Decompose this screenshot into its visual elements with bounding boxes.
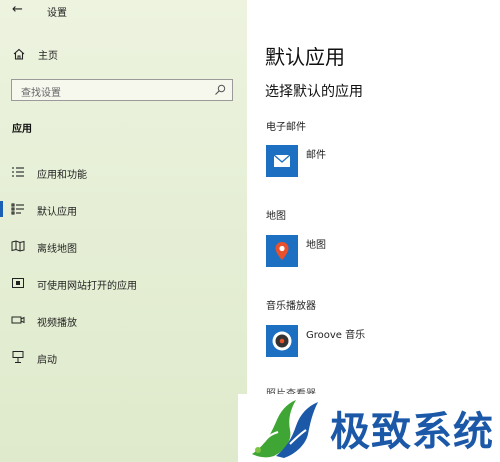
- search-input[interactable]: 查找设置: [11, 79, 233, 101]
- groove-music-icon: [266, 325, 298, 357]
- maps-icon: [266, 235, 298, 267]
- mail-icon: [266, 145, 298, 177]
- sidebar-item-video-playback[interactable]: 视频播放: [0, 309, 247, 331]
- home-label: 主页: [38, 50, 58, 62]
- app-name: 地图: [306, 240, 326, 251]
- offline-maps-icon: [11, 240, 25, 252]
- default-apps-icon: [11, 203, 24, 215]
- apps-features-icon: [12, 167, 24, 177]
- dragon-logo-icon: [252, 400, 318, 458]
- sidebar-item-label: 启动: [37, 355, 57, 366]
- sidebar-item-label: 离线地图: [37, 244, 77, 255]
- video-playback-icon: [11, 316, 25, 324]
- default-music-app-button[interactable]: Groove 音乐: [266, 325, 476, 361]
- category-label-email: 电子邮件: [266, 122, 306, 133]
- app-name: Groove 音乐: [306, 330, 366, 341]
- search-placeholder: 查找设置: [21, 88, 61, 99]
- watermark-text: 极致系统: [330, 409, 494, 455]
- watermark: 极致系统: [238, 394, 500, 462]
- window-title: 设置: [47, 8, 67, 19]
- apps-for-websites-icon: [12, 278, 24, 288]
- sidebar-item-label: 应用和功能: [37, 170, 87, 181]
- title-bar: ← 设置: [0, 0, 247, 24]
- sidebar-item-label: 默认应用: [37, 207, 77, 218]
- selection-indicator: [0, 201, 3, 217]
- app-name: 邮件: [306, 150, 326, 161]
- startup-icon: [12, 351, 24, 363]
- category-label-maps: 地图: [266, 211, 286, 222]
- home-icon: [13, 48, 25, 60]
- back-arrow-icon[interactable]: ←: [12, 2, 23, 18]
- search-icon[interactable]: [214, 84, 226, 96]
- sidebar-item-apps-for-websites[interactable]: 可使用网站打开的应用: [0, 272, 247, 294]
- section-heading-apps: 应用: [12, 124, 32, 135]
- home-nav-item[interactable]: 主页: [12, 46, 58, 62]
- sidebar-item-label: 视频播放: [37, 318, 77, 329]
- sidebar-item-offline-maps[interactable]: 离线地图: [0, 235, 247, 257]
- sidebar-item-default-apps[interactable]: 默认应用: [0, 198, 247, 220]
- default-email-app-button[interactable]: 邮件: [266, 145, 476, 181]
- sidebar-item-apps-features[interactable]: 应用和功能: [0, 161, 247, 183]
- sidebar-item-startup[interactable]: 启动: [0, 346, 247, 368]
- category-label-music-player: 音乐播放器: [266, 301, 316, 312]
- page-subtitle: 选择默认的应用: [265, 84, 363, 100]
- main-content: 默认应用 选择默认的应用 电子邮件 邮件 地图 地图 音乐播放器 Groove …: [247, 0, 500, 462]
- sidebar: ← 设置 主页 查找设置 应用 应用和功能 默认应用 离线地图 可使用网站打开的…: [0, 0, 247, 462]
- sidebar-item-label: 可使用网站打开的应用: [37, 281, 137, 292]
- default-maps-app-button[interactable]: 地图: [266, 235, 476, 271]
- page-title: 默认应用: [265, 45, 345, 69]
